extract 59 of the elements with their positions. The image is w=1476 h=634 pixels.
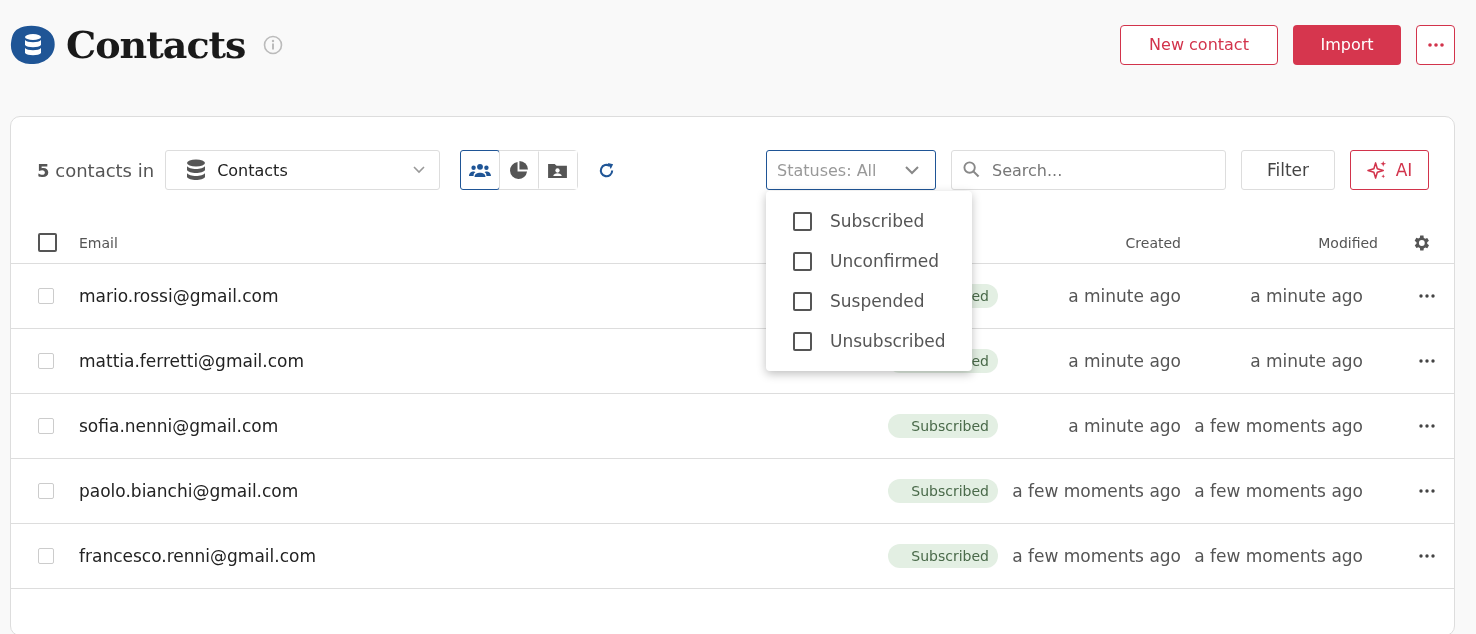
column-header[interactable]: Created — [998, 234, 1181, 251]
database-logo-icon — [10, 24, 56, 65]
status-badge: Subscribed — [888, 414, 998, 438]
checkbox[interactable] — [793, 211, 812, 231]
email-cell: paolo.bianchi@gmail.com — [79, 481, 299, 501]
email-cell: mattia.ferretti@gmail.com — [79, 351, 305, 371]
row-checkbox[interactable] — [38, 353, 54, 369]
import-button[interactable]: Import — [1293, 24, 1401, 65]
search-field[interactable]: Search... — [951, 150, 1226, 190]
row-checkbox[interactable] — [38, 418, 54, 434]
filter-button[interactable]: Filter — [1241, 150, 1335, 190]
created-cell-text: a minute ago — [1067, 351, 1181, 371]
created-cell-text: a few moments ago — [1011, 546, 1181, 566]
chevron-down-icon — [413, 166, 426, 174]
contacts-count: 5 contacts in — [37, 159, 155, 181]
more-icon — [1419, 554, 1435, 558]
select-all-checkbox[interactable] — [38, 233, 57, 252]
row-checkbox[interactable] — [38, 483, 54, 499]
modified-cell-text: a few moments ago — [1193, 546, 1363, 566]
modified-cell-text: a few moments ago — [1193, 416, 1363, 436]
database-icon — [186, 159, 207, 181]
ai-button[interactable]: AI — [1350, 150, 1429, 190]
chevron-down-icon — [905, 165, 919, 175]
created-cell-text: a minute ago — [1067, 416, 1181, 436]
more-icon — [1419, 489, 1435, 493]
more-icon — [1419, 359, 1435, 363]
status-badge: Subscribed — [888, 544, 998, 568]
checkbox[interactable] — [793, 291, 812, 311]
list-select[interactable]: Contacts — [165, 150, 441, 190]
more-button[interactable] — [1416, 24, 1455, 65]
created-cell-text: a few moments ago — [1011, 481, 1181, 501]
modified-cell-text: a minute ago — [1249, 286, 1363, 306]
pie-chart-icon — [509, 160, 529, 180]
new-contact-button[interactable]: New contact — [1120, 24, 1278, 65]
row-checkbox[interactable] — [38, 288, 54, 304]
checkbox[interactable] — [793, 251, 812, 271]
column-header[interactable]: Modified — [1181, 234, 1378, 251]
people-view-button[interactable] — [460, 150, 501, 190]
email-cell: francesco.renni@gmail.com — [79, 546, 316, 566]
created-cell-text: a minute ago — [1067, 286, 1181, 306]
row-checkbox[interactable] — [38, 548, 54, 564]
modified-cell-text: a few moments ago — [1193, 481, 1363, 501]
search-icon — [963, 161, 980, 178]
refresh-icon[interactable] — [598, 161, 616, 179]
more-icon — [1419, 294, 1435, 298]
email-cell: sofia.nenni@gmail.com — [79, 416, 279, 436]
contact-folder-icon — [548, 162, 568, 178]
more-icon — [1419, 424, 1435, 428]
status-badge: Subscribed — [888, 479, 998, 503]
more-icon — [1427, 42, 1444, 47]
card-view-button[interactable] — [538, 151, 578, 189]
sparkle-icon — [1366, 159, 1388, 181]
status-option[interactable]: Unconfirmed — [766, 241, 972, 281]
status-option[interactable]: Subscribed — [766, 201, 972, 241]
modified-cell-text: a minute ago — [1249, 351, 1363, 371]
page-title: Contacts — [66, 22, 246, 67]
email-cell: mario.rossi@gmail.com — [79, 286, 279, 306]
checkbox[interactable] — [793, 331, 812, 351]
people-icon — [469, 162, 492, 178]
